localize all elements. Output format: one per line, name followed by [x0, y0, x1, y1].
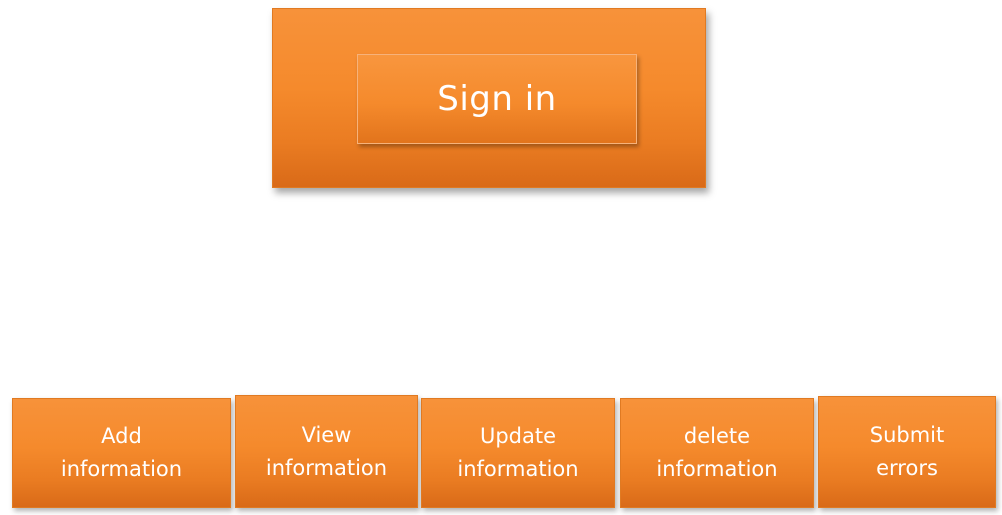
delete-information-button[interactable]: delete information [620, 398, 814, 508]
view-information-button[interactable]: View information [235, 395, 418, 508]
submit-errors-button[interactable]: Submit errors [818, 396, 996, 508]
submit-errors-label: Submit errors [869, 423, 945, 480]
signin-button-label: Sign in [437, 79, 557, 119]
add-information-button[interactable]: Add information [12, 398, 231, 508]
update-information-label: Update information [457, 424, 579, 481]
add-information-label: Add information [60, 424, 183, 481]
signin-button[interactable]: Sign in [357, 54, 637, 144]
view-information-label: View information [265, 422, 388, 480]
delete-information-label: delete information [656, 424, 778, 481]
update-information-button[interactable]: Update information [421, 398, 615, 508]
page-canvas: Sign in Add information View information… [0, 0, 1002, 515]
signin-panel: Sign in [272, 8, 706, 188]
